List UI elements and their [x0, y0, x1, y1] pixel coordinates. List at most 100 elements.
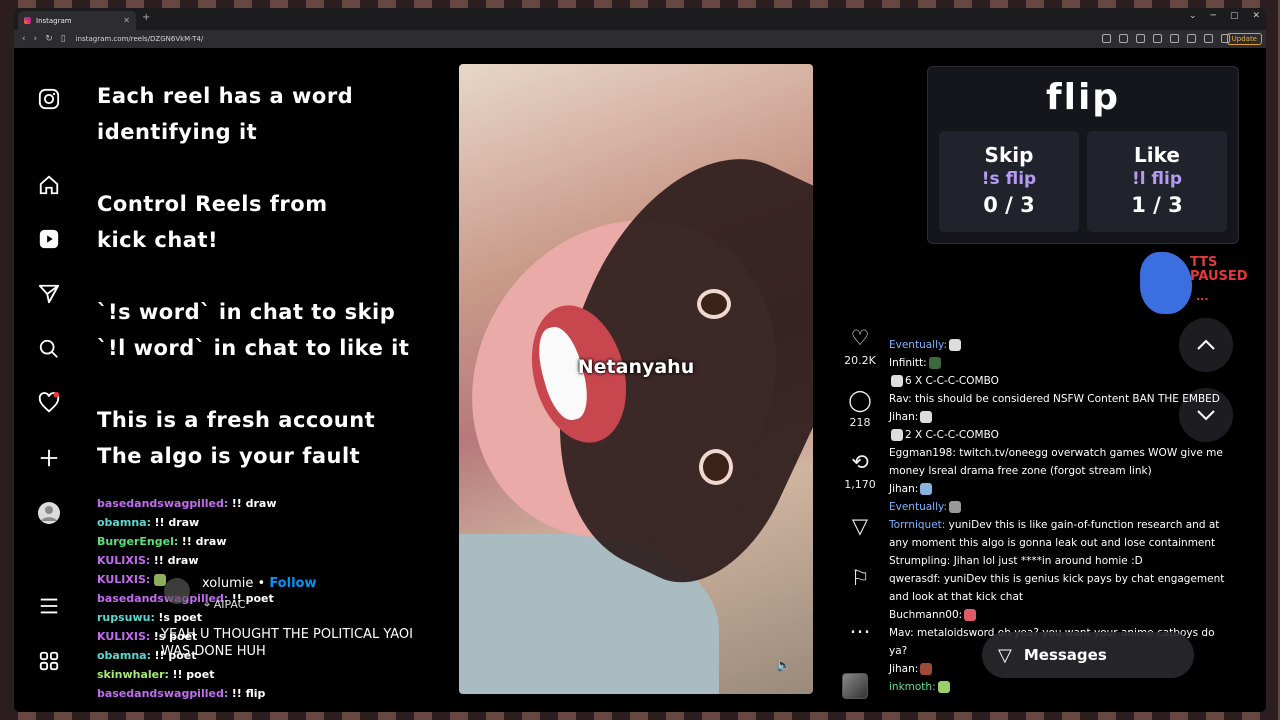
- extension-icon[interactable]: [1170, 34, 1179, 43]
- zoom-icon[interactable]: [1102, 34, 1111, 43]
- url-field[interactable]: instagram.com/reels/DZGN6VkM-T4/: [76, 35, 203, 43]
- chat-line: basedandswagpilled: !! draw: [97, 494, 276, 513]
- chat-username: obamna:: [97, 516, 151, 529]
- tab-title: Instagram: [36, 16, 72, 25]
- shield-icon[interactable]: [1136, 34, 1145, 43]
- chat-line: Rav: this should be considered NSFW Cont…: [889, 390, 1229, 408]
- chat-line: skinwhaler: !! poet: [97, 665, 276, 684]
- chat-line: Infinitt:: [889, 354, 1229, 372]
- chat-username: Eventually:: [889, 501, 947, 513]
- tts-label: TTS PAUSED: [1190, 256, 1248, 284]
- tts-status: TTS PAUSED ...: [1140, 252, 1260, 316]
- notifications-heart-icon[interactable]: [36, 390, 62, 416]
- chat-username: Rav:: [889, 393, 912, 405]
- home-icon[interactable]: [36, 172, 62, 198]
- profile-avatar-icon[interactable]: [36, 500, 62, 526]
- like-action[interactable]: ♡ 20.2K: [840, 326, 880, 367]
- cast-icon[interactable]: [1119, 34, 1128, 43]
- chat-line: Strumpling: Jihan lol just ****in around…: [889, 552, 1229, 570]
- bookmark-save-icon[interactable]: ⚐: [840, 566, 880, 590]
- more-options[interactable]: …: [840, 614, 880, 638]
- chat-emote-icon: [949, 501, 961, 513]
- chat-line: Jihan:: [889, 480, 1229, 498]
- chat-username: basedandswagpilled:: [97, 687, 229, 700]
- tab-bar: Instagram ✕ + ⌄ ─ ▢ ✕: [14, 8, 1266, 30]
- like-vote-box: Like !l flip 1 / 3: [1087, 131, 1227, 232]
- instagram-logo-icon[interactable]: [36, 86, 62, 112]
- chat-username: basedandswagpilled:: [97, 497, 229, 510]
- chat-message: !s poet: [158, 611, 202, 624]
- tab-instagram[interactable]: Instagram ✕: [18, 11, 136, 30]
- search-icon[interactable]: [36, 336, 62, 362]
- reload-icon[interactable]: ↻: [45, 34, 53, 44]
- create-plus-icon[interactable]: [36, 445, 62, 471]
- new-tab-button[interactable]: +: [142, 12, 150, 23]
- reel-location[interactable]: ⌖ AIPAC: [204, 598, 245, 612]
- location-pin-icon: ⌖: [204, 598, 211, 611]
- chat-username: KULIXIS:: [97, 630, 151, 643]
- chat-message: !! draw: [154, 516, 200, 529]
- chat-emote-icon: [920, 483, 933, 495]
- follow-button[interactable]: Follow: [269, 576, 316, 591]
- chat-emote-icon: [964, 609, 977, 621]
- minimize-button[interactable]: ─: [1211, 11, 1216, 21]
- overlay-instructions: Each reel has a word identifying it Cont…: [97, 78, 409, 474]
- extension-icons: [1102, 34, 1230, 43]
- save-action[interactable]: ⚐: [840, 566, 880, 590]
- share-paper-plane-icon[interactable]: ▽: [840, 514, 880, 538]
- reel-video[interactable]: Netanyahu 🔈: [459, 64, 813, 694]
- skip-label: Skip: [984, 143, 1034, 167]
- chat-username: KULIXIS:: [97, 573, 151, 586]
- author-username[interactable]: xolumie: [202, 576, 253, 591]
- tts-mascot-icon: [1140, 252, 1192, 314]
- direct-messages-icon[interactable]: [36, 281, 62, 307]
- author-avatar[interactable]: [164, 578, 190, 604]
- menu-hamburger-icon[interactable]: [36, 593, 62, 619]
- apps-grid-icon[interactable]: [36, 648, 62, 674]
- chat-username: rupsuwu:: [97, 611, 155, 624]
- chat-emote-icon: [891, 375, 903, 387]
- chat-username: Infinitt:: [889, 357, 927, 369]
- vote-panel: flip Skip !s flip 0 / 3 Like !l flip 1 /…: [927, 66, 1239, 244]
- chat-emote-icon: [949, 339, 961, 351]
- address-bar: ‹ › ↻ ▯ instagram.com/reels/DZGN6VkM-T4/…: [14, 30, 1266, 48]
- chat-message: this should be considered NSFW Content B…: [915, 393, 1220, 405]
- share-action[interactable]: ▽: [840, 514, 880, 538]
- forward-arrow-icon[interactable]: ›: [34, 34, 38, 44]
- back-arrow-icon[interactable]: ‹: [22, 34, 26, 44]
- comment-icon[interactable]: ◯: [840, 388, 880, 412]
- messages-button[interactable]: ▽ Messages: [982, 632, 1194, 678]
- chat-line: Eventually:: [889, 498, 1229, 516]
- chat-emote-icon: [920, 411, 933, 423]
- reels-icon[interactable]: [36, 226, 62, 252]
- repost-icon[interactable]: ⟲: [840, 450, 880, 474]
- chat-username: Mav:: [889, 627, 914, 639]
- maximize-button[interactable]: ▢: [1230, 11, 1239, 21]
- chat-line: qwerasdf: yuniDev this is genius kick pa…: [889, 570, 1229, 606]
- comment-action[interactable]: ◯ 218: [840, 388, 880, 429]
- sidebar-icon[interactable]: [1187, 34, 1196, 43]
- tts-dots: ...: [1196, 290, 1209, 303]
- heart-icon[interactable]: ♡: [840, 326, 880, 350]
- repost-action[interactable]: ⟲ 1,170: [840, 450, 880, 491]
- chat-username: Eggman198:: [889, 447, 956, 459]
- tab-list-chevron-icon[interactable]: ⌄: [1189, 11, 1197, 21]
- tab-close-icon[interactable]: ✕: [123, 16, 130, 25]
- more-options-icon[interactable]: …: [840, 614, 880, 638]
- extensions-puzzle-icon[interactable]: [1204, 34, 1213, 43]
- location-label: AIPAC: [213, 598, 246, 611]
- update-button[interactable]: Update: [1226, 33, 1262, 45]
- overlay-line: identifying it: [97, 120, 258, 144]
- extension-icon[interactable]: [1153, 34, 1162, 43]
- chat-username: BurgerEngel:: [97, 535, 179, 548]
- audio-thumbnail[interactable]: [842, 673, 868, 699]
- bookmark-icon[interactable]: ▯: [61, 34, 66, 44]
- sound-icon[interactable]: 🔈: [776, 658, 791, 672]
- chat-line: Jihan:: [889, 408, 1229, 426]
- like-label: Like: [1134, 143, 1180, 167]
- overlay-line: kick chat!: [97, 228, 219, 252]
- chat-line: rupsuwu: !s poet: [97, 608, 276, 627]
- reel-caption[interactable]: YEAH U THOUGHT THE POLITICAL YAOI WAS DO…: [161, 626, 413, 660]
- chat-line: basedandswagpilled: !! flip: [97, 684, 276, 703]
- close-window-button[interactable]: ✕: [1252, 11, 1260, 21]
